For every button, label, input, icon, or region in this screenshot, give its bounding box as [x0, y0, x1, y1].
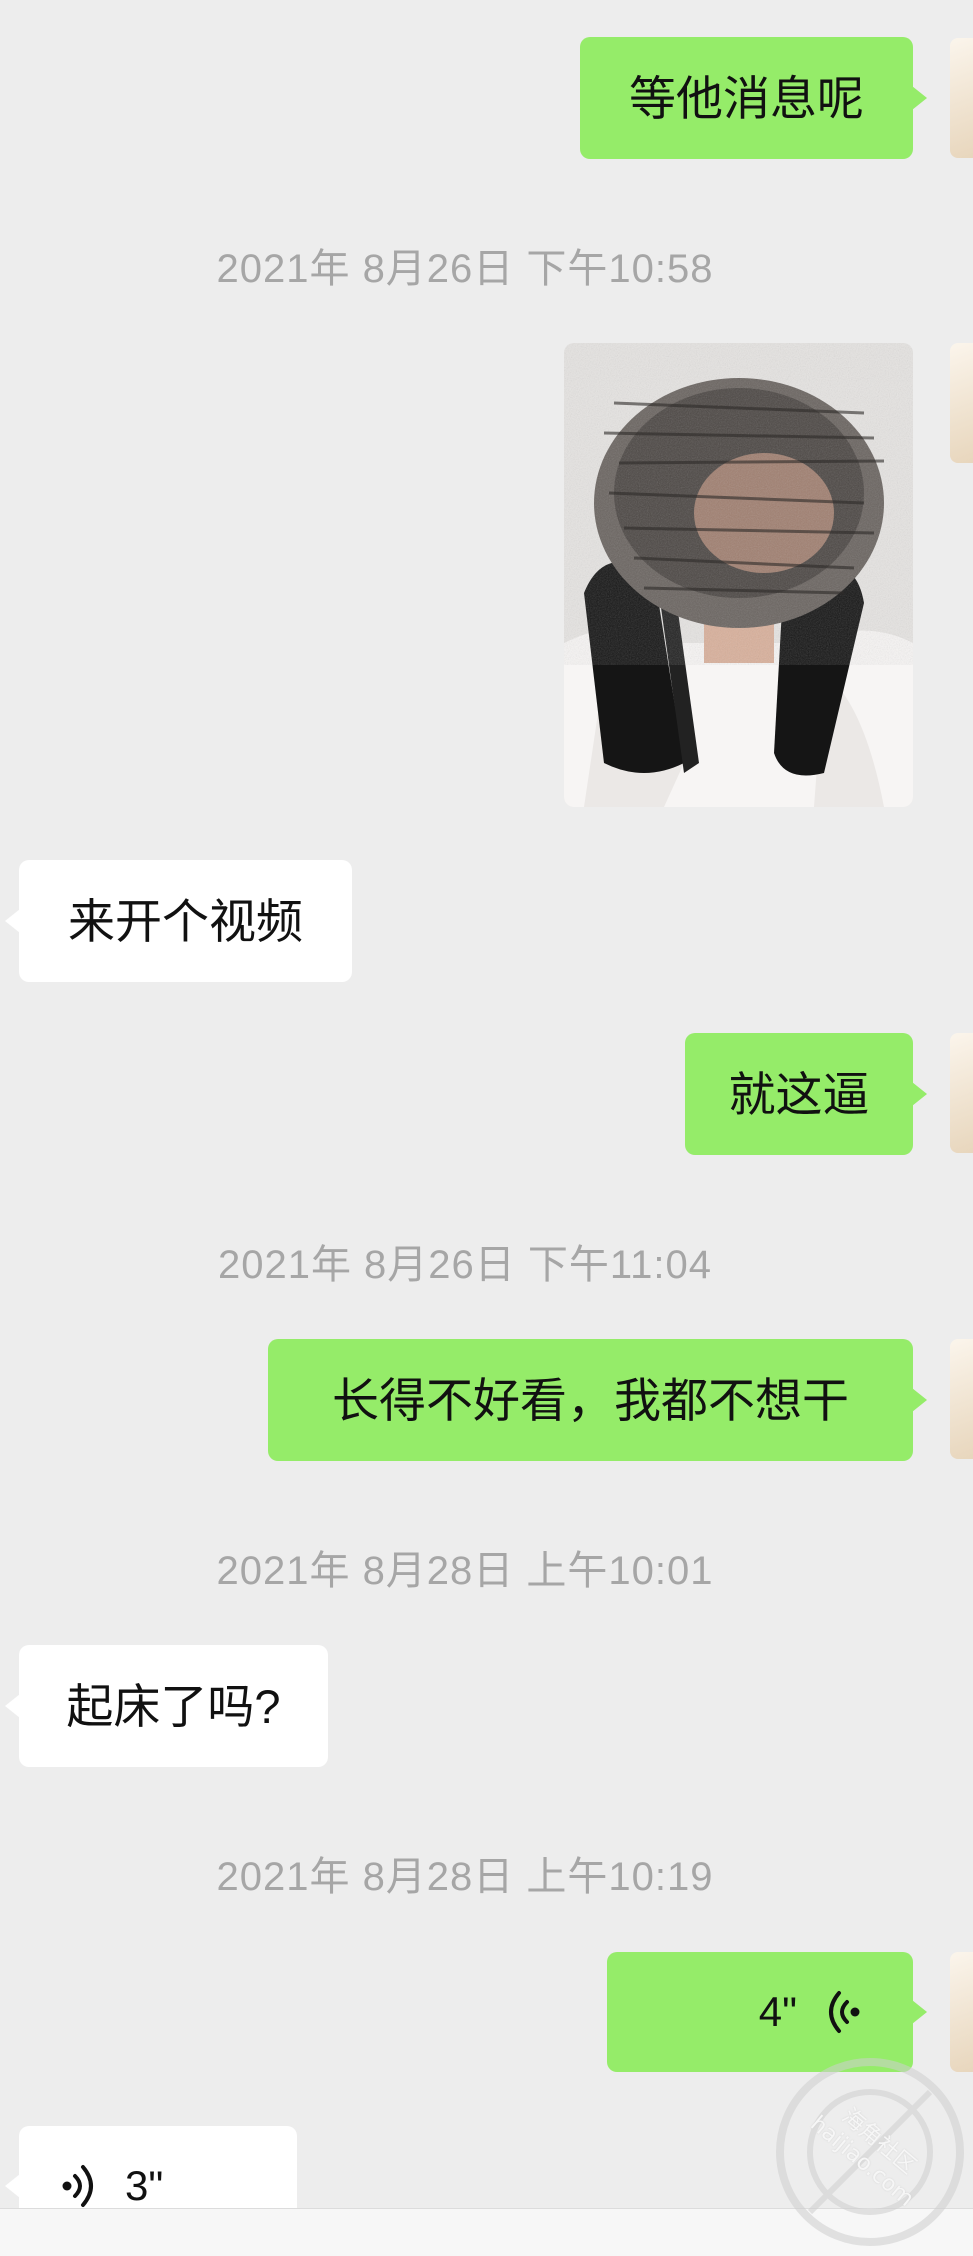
- message-timestamp: 2021年 8月26日 下午10:58: [216, 247, 714, 291]
- blurred-portrait-image: [564, 343, 913, 807]
- message-text: 就这逼: [728, 1067, 870, 1121]
- message-text: 来开个视频: [68, 894, 303, 948]
- message-text: 等他消息呢: [629, 71, 864, 125]
- outgoing-message-bubble[interactable]: 等他消息呢: [580, 37, 913, 159]
- incoming-message-bubble[interactable]: 来开个视频: [19, 860, 352, 982]
- message-text: 长得不好看，我都不想干: [332, 1373, 849, 1427]
- voice-duration: 3": [125, 2162, 164, 2209]
- message-text: 起床了吗?: [66, 1679, 281, 1733]
- message-timestamp: 2021年 8月28日 上午10:19: [216, 1855, 714, 1899]
- chat-message-area[interactable]: 等他消息呢 2021年 8月26日 下午10:58 来开个视频 就这逼 2021…: [0, 0, 973, 2256]
- outgoing-photo-message[interactable]: [564, 343, 913, 807]
- my-avatar[interactable]: [950, 1033, 973, 1153]
- message-timestamp: 2021年 8月28日 上午10:01: [216, 1549, 714, 1593]
- my-avatar[interactable]: [950, 38, 973, 158]
- incoming-message-bubble[interactable]: 起床了吗?: [19, 1645, 328, 1767]
- message-timestamp: 2021年 8月26日 下午11:04: [217, 1243, 713, 1287]
- my-avatar[interactable]: [950, 1339, 973, 1459]
- watermark-logo: 海角社区 haijiao.com: [770, 2052, 970, 2252]
- voice-duration: 4": [758, 1988, 797, 2035]
- outgoing-message-bubble[interactable]: 长得不好看，我都不想干: [268, 1339, 913, 1461]
- my-avatar[interactable]: [950, 343, 973, 463]
- voice-wave-icon: [62, 2165, 93, 2207]
- outgoing-message-bubble[interactable]: 就这逼: [685, 1033, 913, 1155]
